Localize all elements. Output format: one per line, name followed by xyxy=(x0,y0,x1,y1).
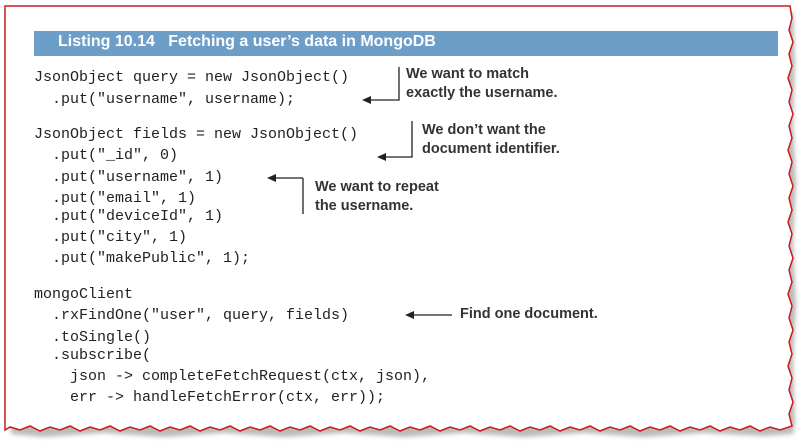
annotation-line: We want to repeat xyxy=(315,179,439,195)
annotation-note: We want to match exactly the username. xyxy=(406,65,558,103)
arrowhead xyxy=(267,174,276,182)
arrowhead xyxy=(405,311,414,319)
annotation-line: the username. xyxy=(315,198,414,214)
annotation-note: We don’t want the document identifier. xyxy=(422,121,560,159)
annotation-line: Find one document. xyxy=(460,306,598,322)
arrowhead xyxy=(362,96,371,104)
arrowhead xyxy=(377,153,386,161)
annotation-note: Find one document. xyxy=(460,305,598,324)
annotation-line: document identifier. xyxy=(422,141,560,157)
annotation-arrows xyxy=(267,67,452,319)
callout-line xyxy=(370,67,400,101)
annotation-line: exactly the username. xyxy=(406,85,558,101)
annotation-line: We want to match xyxy=(406,66,529,82)
annotation-note: We want to repeat the username. xyxy=(315,178,439,216)
annotation-line: We don’t want the xyxy=(422,122,546,138)
callout-line xyxy=(385,121,413,158)
